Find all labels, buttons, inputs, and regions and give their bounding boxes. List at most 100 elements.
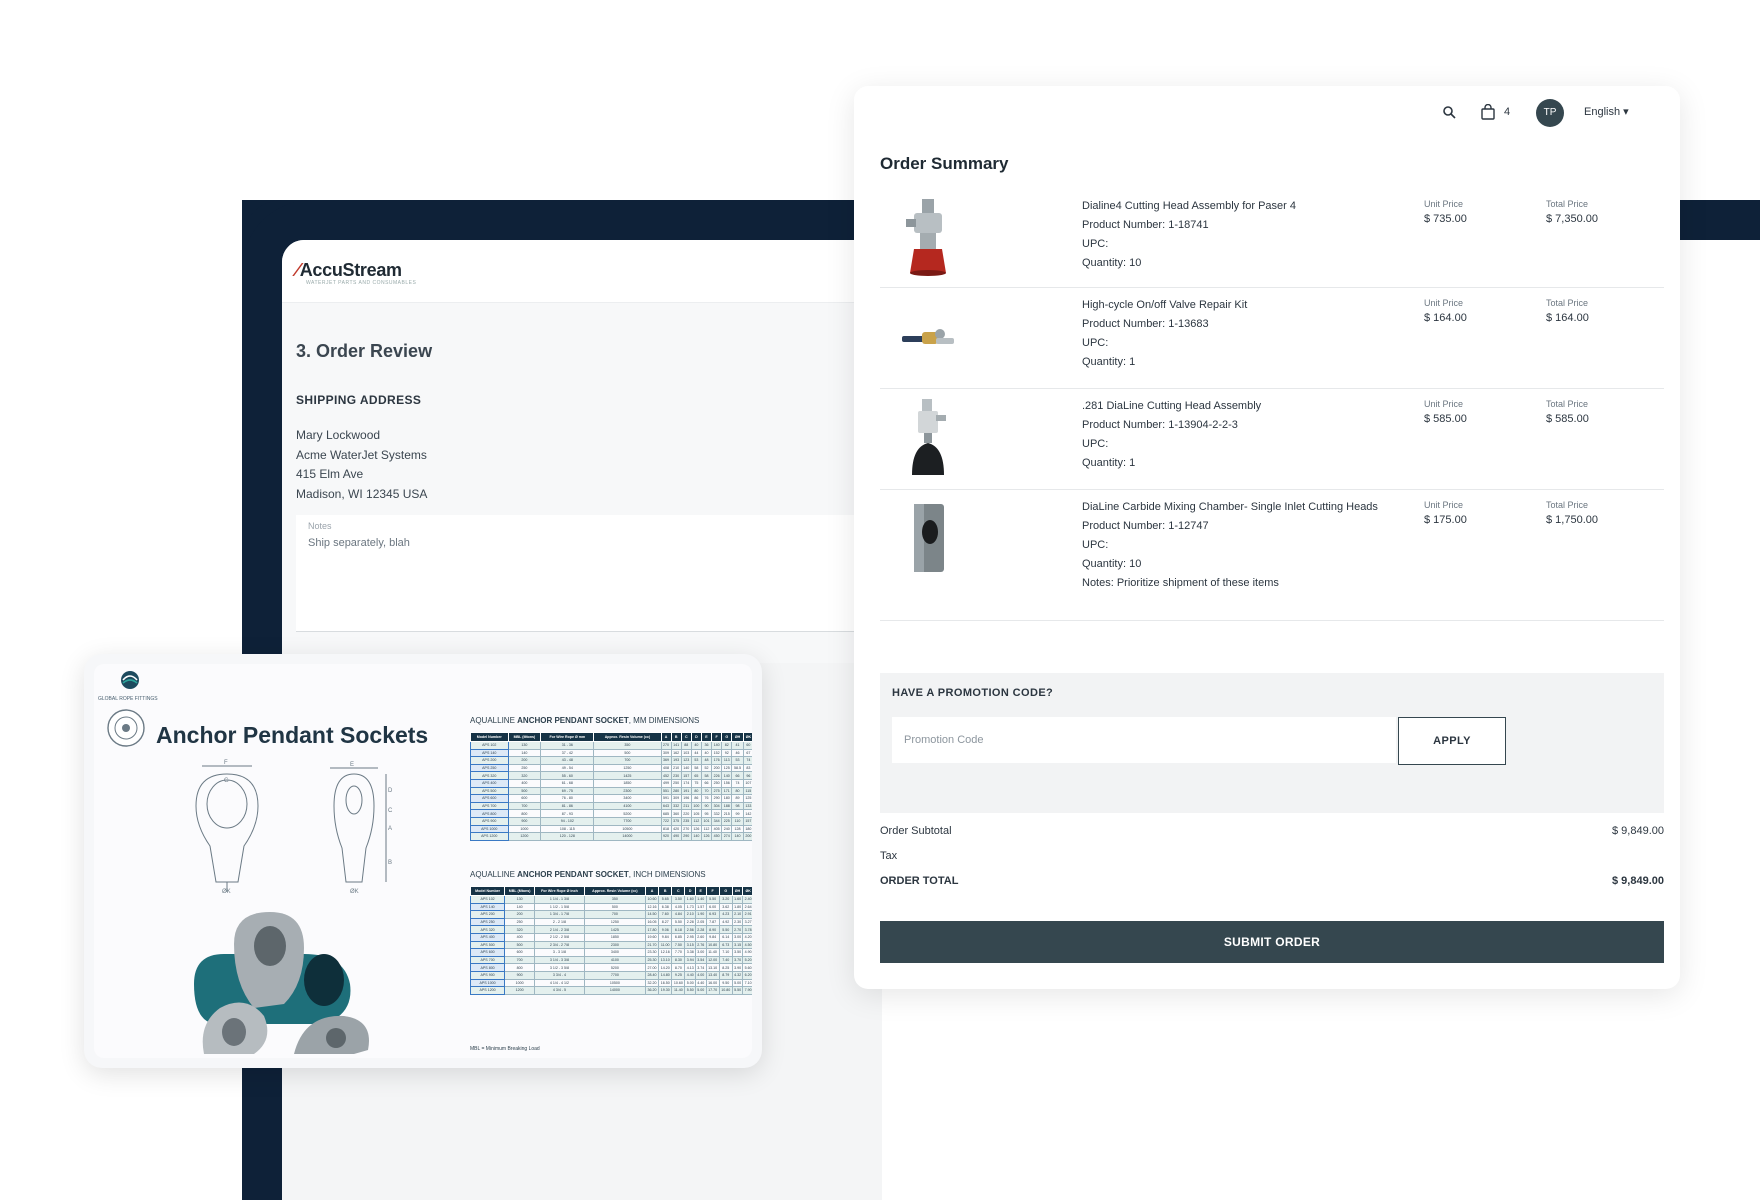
spec-cell: 8.70 [671,963,686,972]
spec-cell: 4.20 [742,932,752,942]
spec-cell: 4.00 [694,970,707,980]
spec-cell: 304 [711,801,723,811]
spec-cell: 80 [690,786,702,796]
spec-cell: 14.20 [658,963,673,972]
spec-cell: 4 1/4 - 4 1/2 [534,978,585,988]
spec-cell: 2.76 [694,940,707,950]
sheet-title: Anchor Pendant Sockets [156,722,429,748]
spec-cell: 14000 [593,832,662,841]
spec-cell: 140 [711,741,723,750]
spec-cell: 1.60 [684,895,696,904]
spec-header-cell: MBL (Mtons) [507,732,542,742]
order-item: .281 DiaLine Cutting Head Assembly Produ… [880,389,1664,490]
spec-cell: 3.15 [684,940,696,950]
spec-cell: 36.20 [644,986,660,995]
table-row: APS 900 900 3 3/4 - 4 7700 28.40 14.80 9.25 4.4… [469,970,752,980]
spec-cell: 17.70 [705,986,720,995]
spec-cell: 3.50 [731,948,744,957]
avatar[interactable]: TP [1536,99,1564,127]
spec-cell: 900 [504,970,536,980]
spec-cell: 2 1/4 - 2 3/8 [534,925,585,934]
spec-cell: 44 [690,748,702,758]
model-number-cell: APS 250 [470,763,509,773]
language-selector[interactable]: English ▾ [1584,105,1629,118]
search-icon[interactable] [1442,105,1456,119]
model-number-cell: APS 400 [470,778,509,788]
spec-cell: 4 3/4 - 5 [534,986,585,995]
spec-cell: 5.60 [742,963,752,972]
spec-cell: 14.50 [644,910,660,919]
spec-cell: 40 [700,748,713,758]
spec-cell: 9.84 [705,932,720,942]
table-row: APS 140 140 37 - 42 500 309 162 103 44 40 152 92 46… [470,748,752,758]
model-number-cell: APS 320 [469,925,506,934]
spec-cell: 100 [690,801,702,811]
spec-cell: 290 [711,794,723,803]
spec-cell: 3.38 [684,948,696,957]
item-product-number: Product Number: 1-12747 [1082,520,1209,532]
order-total-row: ORDER TOTAL $ 9,849.00 [880,875,1664,887]
spec-cell: 80 [731,786,744,796]
spec-cell: 1.57 [694,902,707,912]
item-name[interactable]: Dialine4 Cutting Head Assembly for Paser… [1082,197,1392,216]
spec-cell: 200 [711,763,723,773]
model-number-cell: APS 1200 [469,986,506,995]
promotion-code-label: HAVE A PROMOTION CODE? [892,687,1054,699]
spec-cell: 600 [504,948,536,957]
item-name[interactable]: .281 DiaLine Cutting Head Assembly [1082,397,1392,416]
spec-cell: 5.00 [694,986,707,995]
spec-cell: 66 [731,771,744,780]
spec-cell: 2.28 [694,925,707,934]
spec-cell: 130 [507,741,542,750]
spec-cell: 1200 [507,832,542,841]
notes-field[interactable]: Notes Ship separately, blah [296,515,882,632]
spec-cell: 69 - 75 [540,786,595,796]
spec-cell: 320 [507,771,542,780]
apply-button[interactable]: APPLY [1398,717,1506,765]
spec-cell: 140 [680,763,692,773]
spec-header-cell: ØH [731,732,744,742]
table-row: APS 500 500 2 3/4 - 2 7/8 2300 21.70 11.00 7.5… [469,940,752,950]
cart-icon[interactable] [1480,104,1496,120]
model-number-cell: APS 900 [469,970,506,980]
spec-header-cell: F [711,732,723,742]
item-name[interactable]: DiaLine Carbide Mixing Chamber- Single I… [1082,498,1392,517]
brand-name: GLOBAL ROPE FITTINGS [98,696,158,702]
spec-cell: 551 [660,786,672,796]
spec-cell: 115 [742,786,752,796]
spec-cell: 2300 [593,786,662,796]
spec-cell: 2300 [583,940,646,950]
spec-cell: 5.50 [684,986,696,995]
item-details: High-cycle On/off Valve Repair Kit Produ… [1082,296,1392,372]
spec-cell: 65 [690,771,702,780]
spec-cell: 420 [670,824,682,834]
spec-cell: 3400 [593,794,662,803]
spec-cell: 320 [504,925,536,934]
svg-text:E: E [350,762,354,768]
spec-header-cell: E [700,732,713,742]
submit-order-button[interactable]: SUBMIT ORDER [880,921,1664,963]
model-number-cell: APS 1000 [470,824,509,834]
spec-cell: 16.50 [658,978,673,988]
accustream-logo[interactable]: ⁄AccuStream [296,260,402,281]
spec-cell: 31 - 36 [540,741,595,750]
spec-cell: 3.15 [731,940,744,950]
spec-cell: 133 [742,801,752,811]
spec-cell: 58.5 [731,763,744,773]
table-row: APS 1000 1000 4 1/4 - 4 1/2 10500 32.20 16.50… [469,978,752,988]
order-item: High-cycle On/off Valve Repair Kit Produ… [880,288,1664,389]
order-summary-title: Order Summary [880,154,1009,173]
spec-cell: 180 [721,794,733,803]
item-name[interactable]: High-cycle On/off Valve Repair Kit [1082,296,1392,315]
spec-cell: 3 3/4 - 4 [534,970,585,980]
spec-cell: 344 [711,816,723,826]
notes-value[interactable]: Ship separately, blah [308,537,410,549]
notes-label: Notes [308,521,332,531]
promotion-code-input[interactable] [892,717,1396,763]
spec-header-cell: For Wire Rope Ø inch [534,886,585,896]
table-row: APS 320 320 2 1/4 - 2 3/8 1425 17.80 9.06 6.18… [469,925,752,934]
total-price-label: Total Price [1546,500,1589,510]
spec-cell: 156 [721,778,733,788]
spec-cell: 7.70 [671,948,686,957]
spec-cell: 5200 [593,809,662,818]
